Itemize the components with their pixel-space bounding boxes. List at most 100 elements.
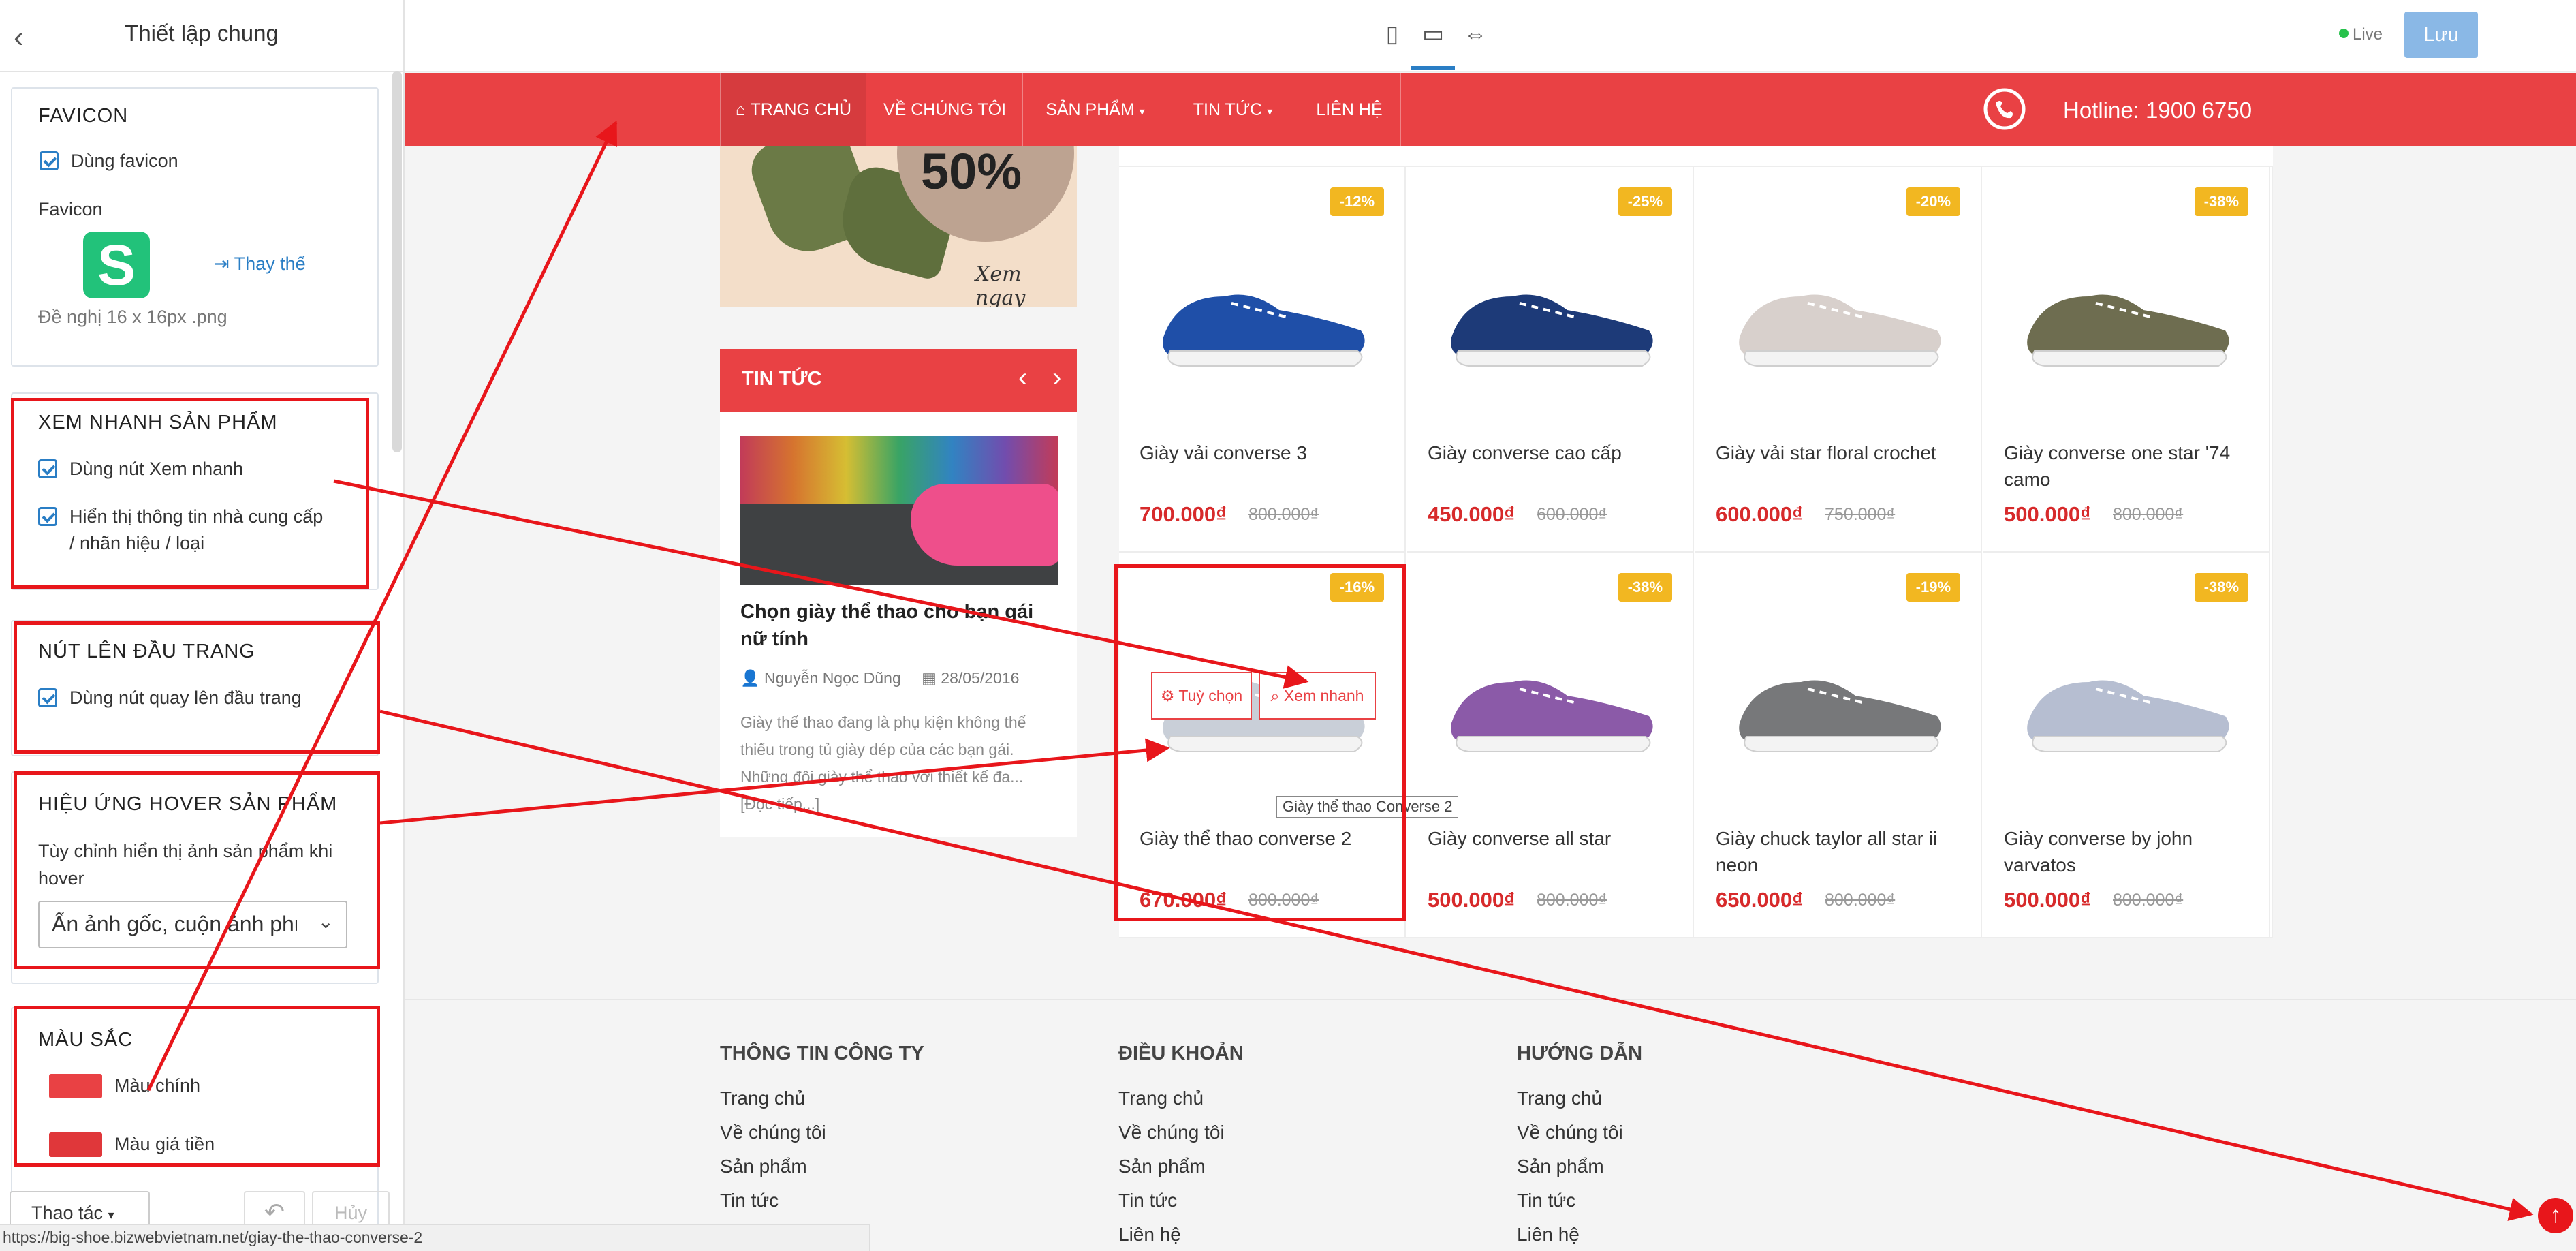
footer-link[interactable]: Trang chủ	[720, 1087, 805, 1109]
footer-link[interactable]: Trang chủ	[1517, 1087, 1602, 1109]
product-grid-top-strip	[1119, 146, 2273, 167]
use-favicon-checkbox[interactable]	[40, 151, 59, 170]
caret-down-icon: ▾	[108, 1208, 114, 1222]
active-device-indicator	[1411, 66, 1455, 70]
prev-arrow-icon[interactable]: ‹	[1018, 362, 1027, 393]
sidebar-header: ‹ Thiết lập chung	[0, 0, 403, 72]
browser-status-url: https://big-shoe.bizwebvietnam.net/giay-…	[0, 1224, 870, 1251]
product-shoe-image	[1451, 680, 1653, 752]
discount-badge: -38%	[2194, 573, 2248, 602]
product-card[interactable]: -12% Giày vải converse 3 700.000₫ 800.000₫	[1119, 167, 1406, 553]
discount-badge: -25%	[1618, 187, 1672, 216]
product-card[interactable]: -19% Giày chuck taylor all star ii neon 650…	[1695, 553, 1982, 938]
footer-column-heading: HƯỚNG DẪN	[1517, 1042, 1643, 1064]
nav-item-home[interactable]: ⌂ TRANG CHỦ	[720, 73, 866, 146]
product-card[interactable]: -25% Giày converse cao cấp 450.000₫ 600.000…	[1407, 167, 1694, 553]
desktop-view-icon[interactable]: ▭	[1419, 20, 1447, 48]
news-read-more[interactable]: [Đọc tiếp...]	[740, 790, 1026, 818]
product-card[interactable]: -38% Giày converse all star 500.000₫ 800.00…	[1407, 553, 1694, 938]
sidebar-title: Thiết lập chung	[125, 20, 279, 46]
news-meta: 👤 Nguyễn Ngọc Dũng ▦ 28/05/2016	[740, 669, 1019, 688]
product-price: 500.000₫	[2004, 502, 2091, 526]
product-old-price: 800.000₫	[2113, 891, 2184, 910]
footer-link[interactable]: Trang chủ	[1118, 1087, 1204, 1109]
fullwidth-view-icon[interactable]: ⇔	[1462, 20, 1489, 48]
preview-topbar: ▯ ▭ ⇔	[405, 0, 2576, 72]
footer-link[interactable]: Sản phẩm	[720, 1156, 807, 1177]
footer-link[interactable]: Sản phẩm	[1517, 1156, 1604, 1177]
product-name-line2: varvatos	[2004, 854, 2076, 876]
product-price: 700.000₫	[1140, 502, 1227, 526]
news-title[interactable]: Chọn giày thể thao cho bạn gái nữ tính	[740, 598, 1033, 653]
live-status-dot	[2339, 29, 2349, 38]
back-to-top-icon[interactable]: ↑	[2538, 1198, 2573, 1233]
footer-link[interactable]: Về chúng tôi	[1517, 1122, 1623, 1143]
undo-icon: ↶	[264, 1198, 285, 1226]
nav-home-label: TRANG CHỦ	[750, 100, 852, 119]
product-card[interactable]: -38% Giày converse one star '74 camo 500.00…	[1983, 167, 2270, 553]
sidebar-scrollbar[interactable]	[392, 71, 402, 452]
discount-badge: -20%	[1906, 187, 1960, 216]
footer-link[interactable]: Tin tức	[1517, 1190, 1575, 1211]
discount-badge: -38%	[1618, 573, 1672, 602]
product-name[interactable]: Giày converse one star '74 camo	[2004, 439, 2249, 493]
product-name[interactable]: Giày vải star floral crochet	[1716, 439, 1961, 466]
product-name[interactable]: Giày converse by john varvatos	[2004, 825, 2249, 878]
replace-favicon-button[interactable]: ⇥ Thay thế	[214, 253, 306, 275]
promo-banner[interactable]: 50% Xem ngay	[720, 146, 1077, 307]
settings-sidebar: ‹ Thiết lập chung FAVICON Dùng favicon F…	[0, 0, 405, 1250]
product-shoe-image	[1739, 680, 1941, 752]
footer-link[interactable]: Sản phẩm	[1118, 1156, 1206, 1177]
nav-products-label: SẢN PHẨM	[1046, 100, 1135, 119]
discount-badge: -19%	[1906, 573, 1960, 602]
highlight-box-quickview	[11, 398, 369, 589]
product-card[interactable]: -20% Giày vải star floral crochet 600.000₫…	[1695, 167, 1982, 553]
highlight-box-product	[1114, 564, 1406, 921]
actions-label: Thao tác	[31, 1203, 104, 1223]
discount-badge: -12%	[1330, 187, 1384, 216]
footer-link[interactable]: Về chúng tôi	[1118, 1122, 1225, 1143]
banner-percent: 50%	[921, 146, 1022, 200]
product-name-line1: Giày chuck taylor all star ii	[1716, 828, 1938, 849]
user-icon: 👤	[740, 669, 760, 687]
product-price: 500.000₫	[2004, 888, 2091, 912]
product-name-line1: Giày vải converse 3	[1140, 442, 1307, 463]
product-old-price: 600.000₫	[1537, 505, 1607, 524]
product-card[interactable]: -38% Giày converse by john varvatos 500.000…	[1983, 553, 2270, 938]
next-arrow-icon[interactable]: ›	[1052, 362, 1061, 393]
product-shoe-image	[2027, 294, 2229, 367]
product-name[interactable]: Giày vải converse 3	[1140, 439, 1385, 466]
mobile-view-icon[interactable]: ▯	[1379, 20, 1406, 48]
product-name[interactable]: Giày converse all star	[1428, 825, 1673, 852]
product-old-price: 750.000₫	[1825, 505, 1896, 524]
footer-link[interactable]: Tin tức	[1118, 1190, 1177, 1211]
nav-item-contact[interactable]: LIÊN HỆ	[1298, 73, 1401, 146]
news-excerpt-line2: thiếu trong tủ giày dép của các bạn gái.	[740, 741, 1014, 758]
footer-link[interactable]: Tin tức	[720, 1190, 779, 1211]
product-price: 500.000₫	[1428, 888, 1515, 912]
product-shoe-image	[1163, 294, 1365, 367]
footer-column-heading: THÔNG TIN CÔNG TY	[720, 1042, 924, 1064]
nav-item-news[interactable]: TIN TỨC ▾	[1167, 73, 1298, 146]
product-name-line1: Giày converse one star '74	[2004, 442, 2231, 463]
product-price: 600.000₫	[1716, 502, 1803, 526]
nav-item-about[interactable]: VỀ CHÚNG TÔI	[866, 73, 1023, 146]
footer-link[interactable]: Liên hệ	[1118, 1224, 1181, 1246]
news-excerpt: Giày thể thao đang là phụ kiện không thể…	[740, 709, 1026, 818]
news-title-line2: nữ tính	[740, 628, 808, 650]
product-old-price: 800.000₫	[2113, 505, 2184, 524]
product-name[interactable]: Giày chuck taylor all star ii neon	[1716, 825, 1961, 878]
footer-link[interactable]: Về chúng tôi	[720, 1122, 826, 1143]
home-icon: ⌂	[735, 100, 746, 119]
replace-favicon-label: Thay thế	[234, 253, 306, 274]
live-label: Live	[2353, 25, 2383, 44]
caret-down-icon: ▾	[1267, 106, 1273, 118]
footer-link[interactable]: Liên hệ	[1517, 1224, 1580, 1246]
nav-item-products[interactable]: SẢN PHẨM ▾	[1022, 73, 1167, 146]
product-shoe-image	[2027, 680, 2229, 752]
product-name-line1: Giày vải star floral crochet	[1716, 442, 1936, 463]
product-name[interactable]: Giày converse cao cấp	[1428, 439, 1673, 466]
save-button[interactable]: Lưu	[2404, 12, 2478, 58]
highlight-box-backtotop	[14, 621, 380, 754]
news-thumbnail[interactable]	[740, 436, 1058, 585]
